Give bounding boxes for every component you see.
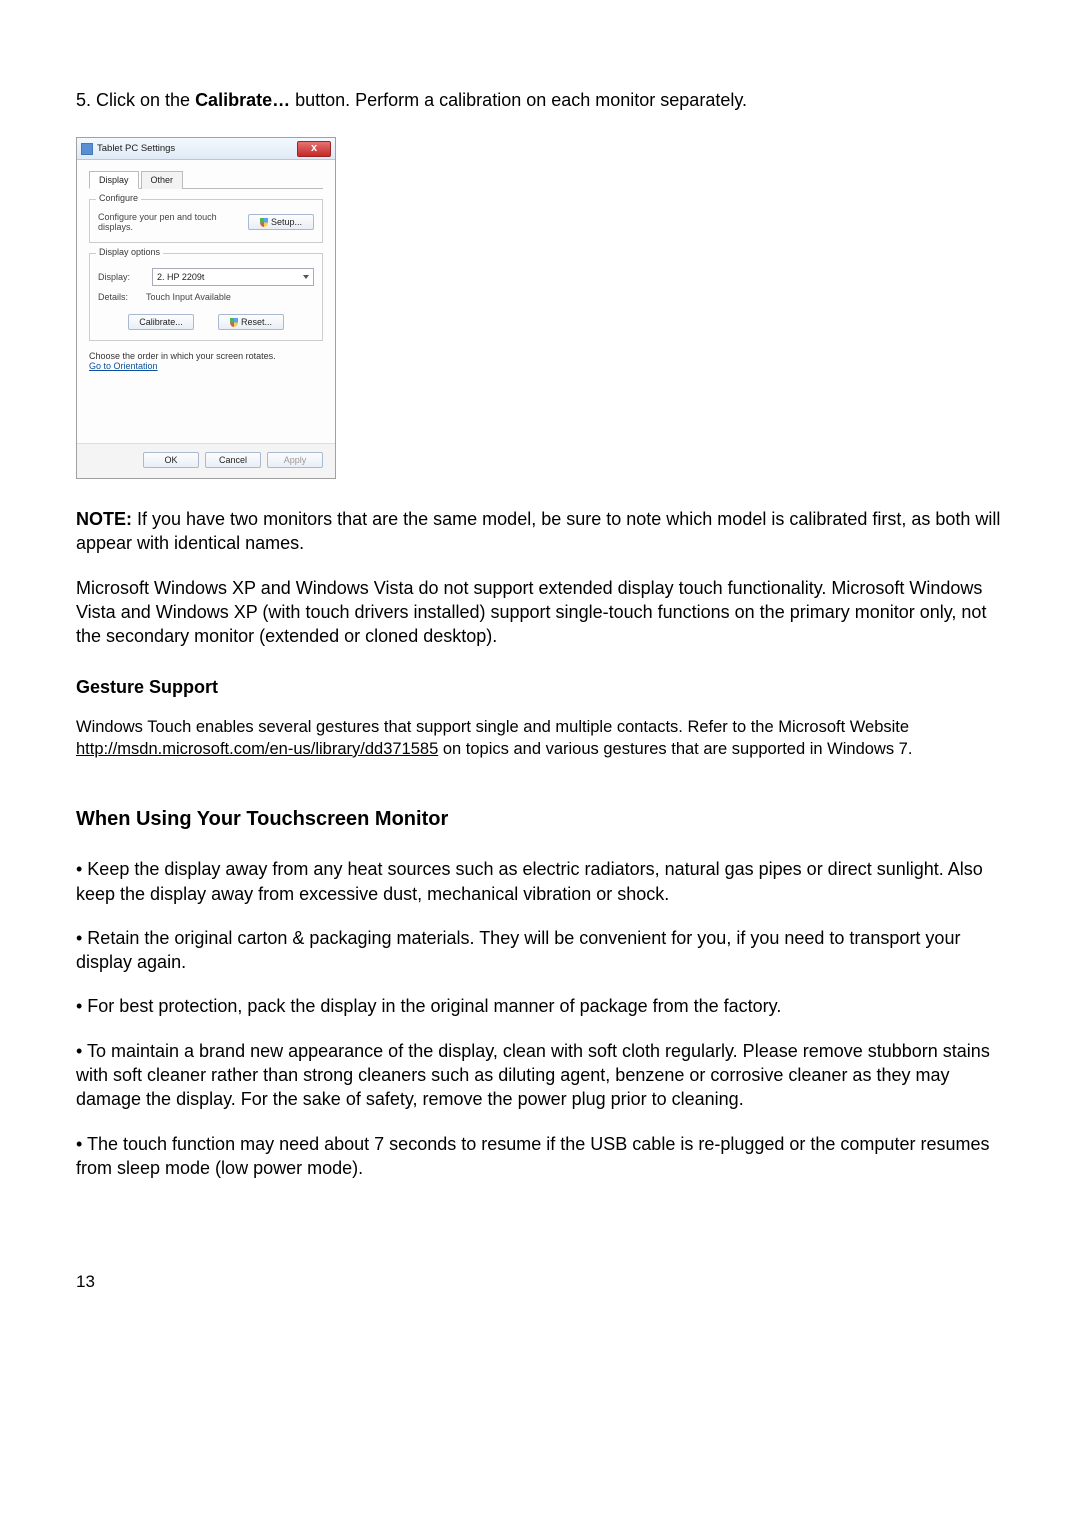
calibrate-button[interactable]: Calibrate...	[128, 314, 194, 330]
note-paragraph: NOTE: If you have two monitors that are …	[76, 507, 1004, 556]
step-suffix: button. Perform a calibration on each mo…	[290, 90, 747, 110]
window-icon	[81, 143, 93, 155]
tablet-pc-settings-screenshot: Tablet PC Settings x Display Other Confi…	[76, 137, 1004, 479]
orientation-text: Choose the order in which your screen ro…	[89, 351, 323, 361]
calibrate-button-label: Calibrate...	[139, 317, 183, 327]
display-label: Display:	[98, 272, 146, 282]
reset-button[interactable]: Reset...	[218, 314, 284, 330]
when-using-heading: When Using Your Touchscreen Monitor	[76, 808, 1004, 831]
step-5-instruction: 5. Click on the Calibrate… button. Perfo…	[76, 88, 1004, 113]
bullet-4: • To maintain a brand new appearance of …	[76, 1039, 1004, 1112]
display-options-fieldset: Display options Display: 2. HP 2209t Det…	[89, 253, 323, 341]
bullet-5: • The touch function may need about 7 se…	[76, 1132, 1004, 1181]
apply-button[interactable]: Apply	[267, 452, 323, 468]
display-options-legend: Display options	[96, 247, 163, 257]
configure-legend: Configure	[96, 193, 141, 203]
gesture-text-a: Windows Touch enables several gestures t…	[76, 718, 909, 736]
page-number: 13	[76, 1272, 1004, 1292]
configure-fieldset: Configure Configure your pen and touch d…	[89, 199, 323, 243]
setup-button[interactable]: Setup...	[248, 214, 314, 230]
tab-other[interactable]: Other	[141, 171, 184, 189]
ok-button[interactable]: OK	[143, 452, 199, 468]
tablet-pc-settings-dialog: Tablet PC Settings x Display Other Confi…	[76, 137, 336, 479]
note-label: NOTE:	[76, 509, 132, 529]
step-bold: Calibrate…	[195, 90, 290, 110]
bullet-1: • Keep the display away from any heat so…	[76, 857, 1004, 906]
msdn-link[interactable]: http://msdn.microsoft.com/en-us/library/…	[76, 740, 438, 758]
close-icon[interactable]: x	[297, 141, 331, 157]
details-value: Touch Input Available	[146, 292, 231, 302]
gesture-paragraph: Windows Touch enables several gestures t…	[76, 716, 1004, 761]
go-to-orientation-link[interactable]: Go to Orientation	[89, 361, 158, 371]
dialog-button-row: OK Cancel Apply	[77, 443, 335, 478]
bullet-3: • For best protection, pack the display …	[76, 994, 1004, 1018]
chevron-down-icon	[303, 275, 309, 279]
setup-button-label: Setup...	[271, 217, 302, 227]
step-prefix: 5. Click on the	[76, 90, 195, 110]
dialog-titlebar: Tablet PC Settings x	[77, 138, 335, 160]
xp-vista-paragraph: Microsoft Windows XP and Windows Vista d…	[76, 576, 1004, 649]
dialog-title: Tablet PC Settings	[97, 143, 297, 154]
bullet-2: • Retain the original carton & packaging…	[76, 926, 1004, 975]
details-label: Details:	[98, 292, 146, 302]
reset-button-label: Reset...	[241, 317, 272, 327]
gesture-text-b: on topics and various gestures that are …	[438, 740, 912, 758]
display-dropdown-value: 2. HP 2209t	[157, 272, 204, 282]
configure-text: Configure your pen and touch displays.	[98, 212, 248, 232]
tab-display[interactable]: Display	[89, 171, 139, 189]
gesture-support-heading: Gesture Support	[76, 677, 1004, 698]
shield-icon	[230, 318, 238, 327]
shield-icon	[260, 218, 268, 227]
cancel-button[interactable]: Cancel	[205, 452, 261, 468]
display-dropdown[interactable]: 2. HP 2209t	[152, 268, 314, 286]
dialog-tabs: Display Other	[89, 170, 323, 189]
note-text: If you have two monitors that are the sa…	[76, 509, 1000, 553]
